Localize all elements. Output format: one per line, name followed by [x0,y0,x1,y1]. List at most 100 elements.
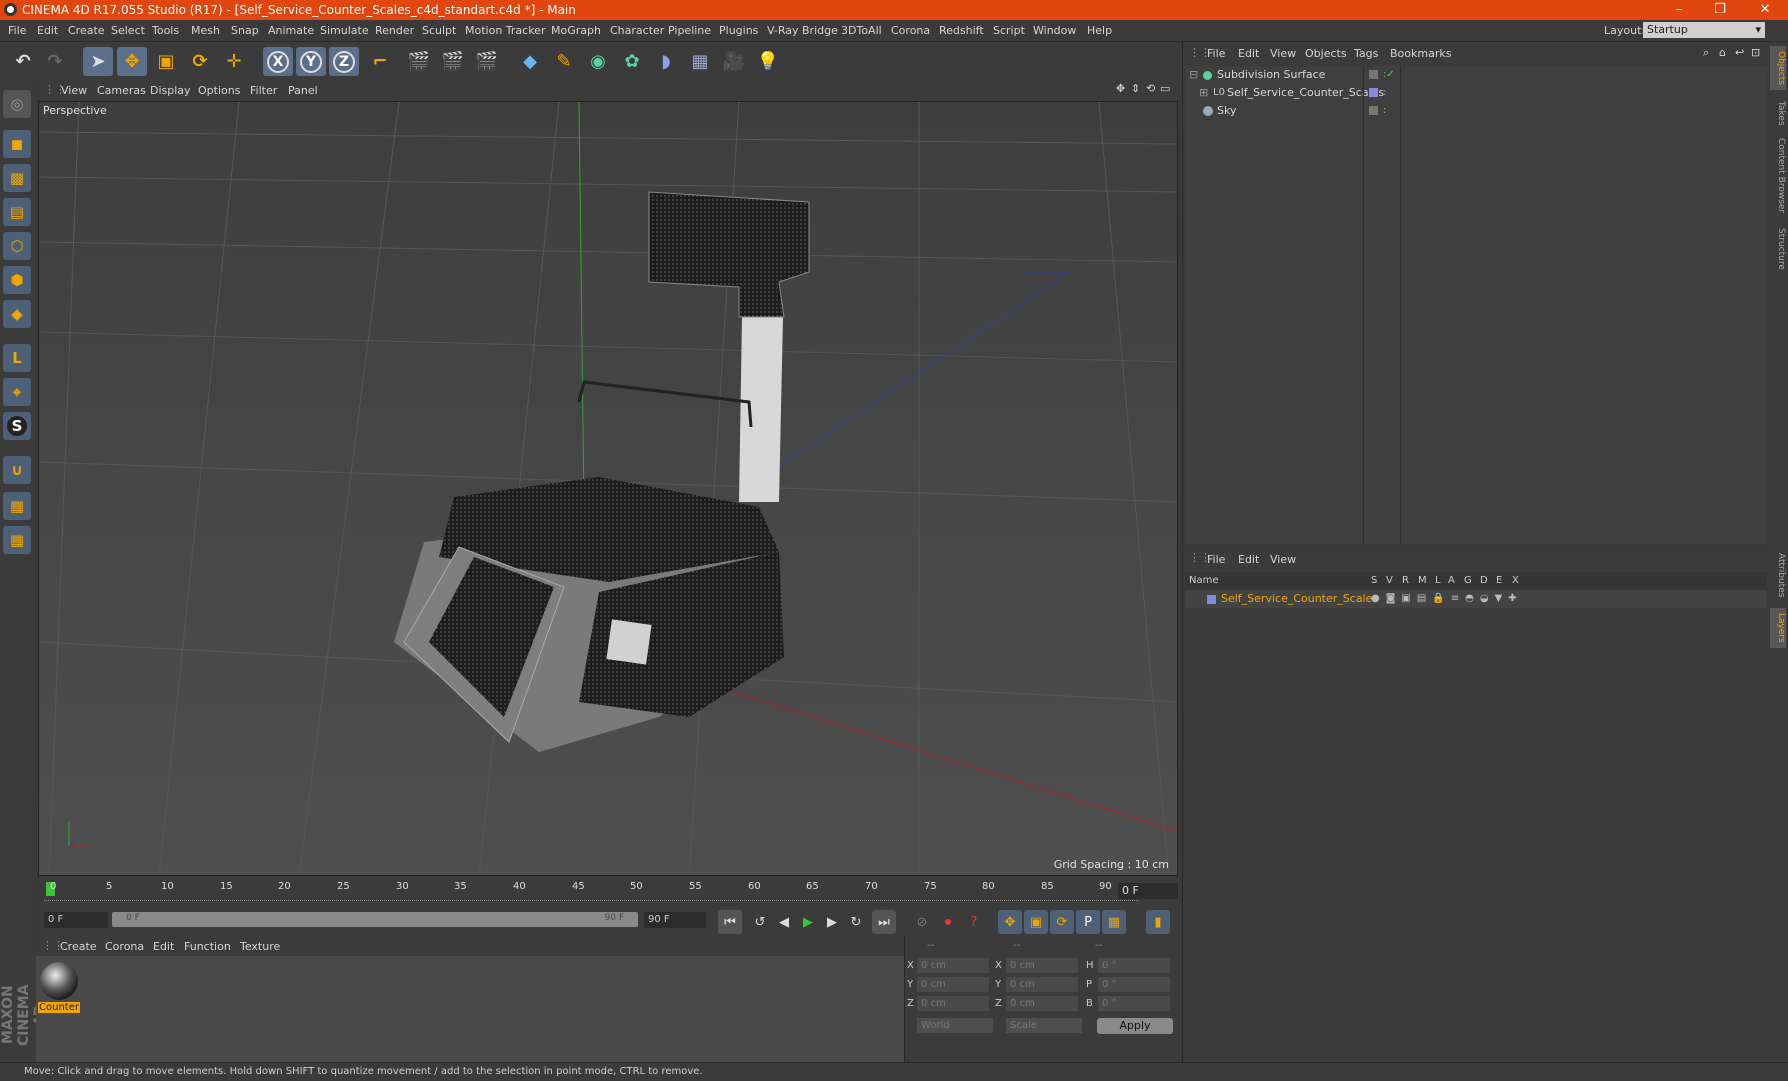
collapse-icon[interactable]: ⊟ [1189,66,1198,84]
tab-objects[interactable]: Objects [1770,46,1786,90]
points-mode-button[interactable]: ⬡ [3,232,31,260]
add-light-button[interactable]: 💡 [753,47,783,76]
menu-window[interactable]: Window [1033,24,1076,37]
add-spline-pen-button[interactable]: ✎ [549,47,579,76]
menu-render[interactable]: Render [375,24,414,37]
col-manager[interactable]: M [1418,575,1427,586]
obj-menu-objects[interactable]: Objects [1305,47,1347,60]
key-position-button[interactable]: ✥ [998,910,1022,934]
layout-dropdown[interactable]: Startup ▾ [1643,22,1765,38]
y-axis-lock-button[interactable]: Y [296,47,326,76]
key-pla-button[interactable]: ▦ [1102,910,1126,934]
record-keys-button[interactable]: ⊘ [910,910,934,934]
object-name[interactable]: Subdivision Surface [1217,66,1325,84]
obj-menu-bookmarks[interactable]: Bookmarks [1390,47,1451,60]
menu-select[interactable]: Select [111,24,145,37]
col-deformers[interactable]: D [1480,575,1488,586]
menu-animate[interactable]: Animate [268,24,314,37]
material-menu-texture[interactable]: Texture [240,940,280,953]
rot-p-field[interactable]: 0 ° [1098,977,1170,992]
menu-mesh[interactable]: Mesh [191,24,220,37]
add-cube-button[interactable]: ◆ [515,47,545,76]
viewport-pan-icon[interactable]: ✥ [1116,82,1125,95]
key-rotation-button[interactable]: ⟳ [1050,910,1074,934]
size-y-field[interactable]: 0 cm [1006,977,1078,992]
material-name-label[interactable]: Counter [38,1002,80,1013]
add-floor-button[interactable]: ▦ [685,47,715,76]
render-picture-viewer-button[interactable]: 🎬 [438,47,468,76]
column-divider[interactable] [1400,66,1401,544]
x-axis-lock-button[interactable]: X [263,47,293,76]
grid-lock-button[interactable]: ▦ [3,492,31,520]
layer-name[interactable]: Self_Service_Counter_Scales [1221,590,1378,608]
magnet-button[interactable]: ∪ [3,456,31,484]
tweak-mode-button[interactable]: ⌖ [3,378,31,406]
tab-takes[interactable]: Takes [1770,96,1786,130]
menu-create[interactable]: Create [68,24,105,37]
coordinate-system-button[interactable]: ⌐ [365,47,395,76]
keyframe-selection-button[interactable]: ? [962,910,986,934]
object-name[interactable]: Self_Service_Counter_Scales [1227,84,1384,102]
add-camera-button[interactable]: 🎥 [719,47,749,76]
layer-menu-file[interactable]: File [1207,553,1225,566]
current-frame-field[interactable]: 0 F [1118,883,1178,899]
search-icon[interactable]: ⌕ [1703,46,1709,60]
size-mode-dropdown[interactable]: Scale [1006,1018,1082,1033]
next-frame-button[interactable]: ▶ [820,910,844,934]
rot-b-field[interactable]: 0 ° [1098,996,1170,1011]
menu-snap[interactable]: Snap [231,24,259,37]
material-menu-corona[interactable]: Corona [105,940,144,953]
menu-3dtoall[interactable]: 3DToAll [841,24,882,37]
tab-content-browser[interactable]: Content Browser [1770,136,1786,216]
redo-button[interactable]: ↷ [40,47,70,76]
pos-y-field[interactable]: 0 cm [917,977,989,992]
viewport-menu-cameras[interactable]: Cameras [97,84,146,97]
timeline-ruler[interactable]: 0 5 10 15 20 25 30 35 40 45 50 55 60 65 … [36,878,1178,908]
material-menu-function[interactable]: Function [184,940,231,953]
viewport-menu-filter[interactable]: Filter [250,84,277,97]
material-preview-sphere[interactable] [40,962,78,1000]
layer-menu-view[interactable]: View [1270,553,1296,566]
grid-snap-button[interactable]: ▦ [3,526,31,554]
visibility-dots-icon[interactable]: : [1383,84,1386,102]
z-axis-lock-button[interactable]: Z [329,47,359,76]
col-view[interactable]: V [1386,575,1393,586]
material-menu-edit[interactable]: Edit [153,940,174,953]
pos-x-field[interactable]: 0 cm [917,958,989,973]
restore-button[interactable]: ❐ [1700,0,1740,20]
menu-help[interactable]: Help [1087,24,1112,37]
menu-redshift[interactable]: Redshift [939,24,984,37]
close-button[interactable]: ✕ [1745,0,1785,20]
menu-simulate[interactable]: Simulate [320,24,369,37]
menu-vray-bridge[interactable]: V-Ray Bridge [767,24,838,37]
edges-mode-button[interactable]: ⬢ [3,266,31,294]
obj-menu-view[interactable]: View [1270,47,1296,60]
object-name[interactable]: Sky [1217,102,1236,120]
menu-motion-tracker[interactable]: Motion Tracker [465,24,545,37]
axis-mode-button[interactable]: L [3,344,31,372]
size-x-field[interactable]: 0 cm [1006,958,1078,973]
col-solo[interactable]: S [1371,575,1377,586]
polygons-mode-button[interactable]: ◆ [3,300,31,328]
menu-sculpt[interactable]: Sculpt [422,24,456,37]
add-array-button[interactable]: ✿ [617,47,647,76]
object-row[interactable]: Sky : [1185,102,1767,120]
material-menu-create[interactable]: Create [60,940,97,953]
add-subdivision-button[interactable]: ◉ [583,47,613,76]
undo-button[interactable]: ↶ [8,47,38,76]
rotate-tool-button[interactable]: ⟳ [185,47,215,76]
object-row[interactable]: ⊞ L0 Self_Service_Counter_Scales : [1185,84,1767,102]
next-key-button[interactable]: ↻ [844,910,868,934]
coordinate-space-dropdown[interactable]: World [917,1018,993,1033]
menu-script[interactable]: Script [993,24,1025,37]
menu-character[interactable]: Character [610,24,664,37]
rot-h-field[interactable]: 0 ° [1098,958,1170,973]
3d-viewport[interactable]: Perspective Grid Spacing : 10 cm [38,101,1178,876]
col-locked[interactable]: L [1435,575,1441,586]
render-view-button[interactable]: 🎬 [404,47,434,76]
snapping-button[interactable]: S [3,412,31,440]
go-to-start-button[interactable]: ⏮ [718,910,742,934]
previous-frame-button[interactable]: ◀ [772,910,796,934]
viewport-menu-view[interactable]: View [61,84,87,97]
minimize-button[interactable]: – [1659,0,1699,20]
